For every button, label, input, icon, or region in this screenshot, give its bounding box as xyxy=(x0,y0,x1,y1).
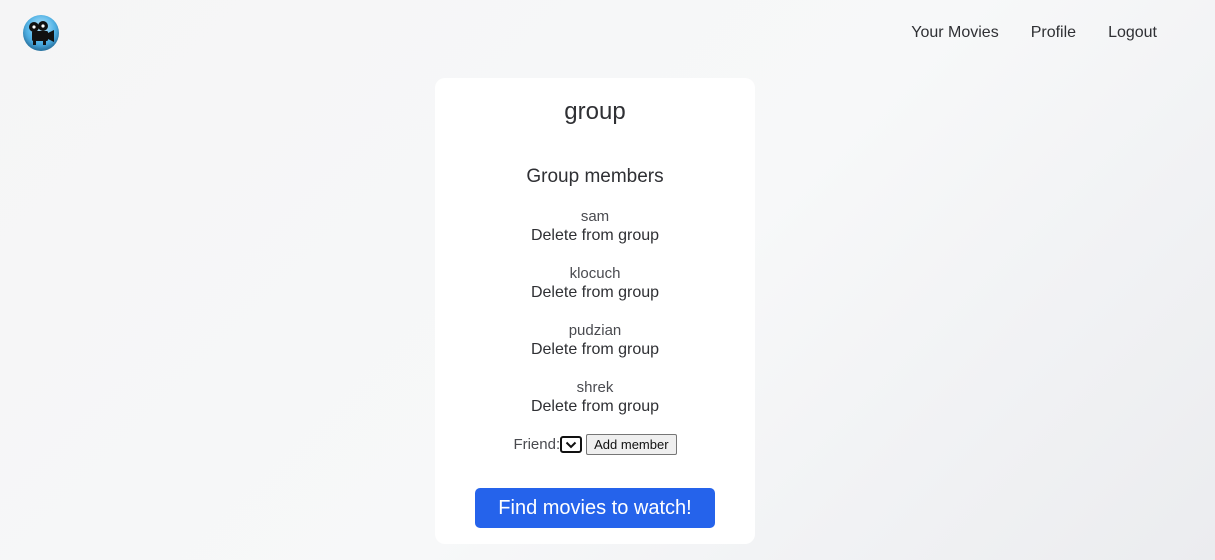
friend-label: Friend: xyxy=(513,436,561,453)
add-member-form: Friend: Add member xyxy=(435,434,755,455)
member-name: sam xyxy=(580,208,610,225)
delete-member-button[interactable]: Delete from group xyxy=(531,397,659,416)
logo[interactable] xyxy=(23,15,59,51)
chevron-down-icon xyxy=(565,441,577,448)
delete-member-button[interactable]: Delete from group xyxy=(531,226,659,245)
delete-member-button[interactable]: Delete from group xyxy=(531,283,659,302)
friend-select[interactable] xyxy=(560,436,583,453)
member-name: pudzian xyxy=(568,322,622,339)
group-title: group xyxy=(564,98,626,125)
member-list: sam Delete from group klocuch Delete fro… xyxy=(435,207,755,435)
member-name: klocuch xyxy=(569,265,621,282)
find-movies-button[interactable]: Find movies to watch! xyxy=(475,488,715,528)
list-item: shrek Delete from group xyxy=(435,378,755,435)
add-member-button[interactable]: Add member xyxy=(586,434,677,455)
top-nav: Your Movies Profile Logout xyxy=(911,24,1157,42)
members-heading: Group members xyxy=(526,166,664,187)
delete-member-button[interactable]: Delete from group xyxy=(531,340,659,359)
nav-logout[interactable]: Logout xyxy=(1108,24,1157,42)
list-item: sam Delete from group xyxy=(435,207,755,264)
list-item: pudzian Delete from group xyxy=(435,321,755,378)
nav-profile[interactable]: Profile xyxy=(1031,24,1076,42)
nav-your-movies[interactable]: Your Movies xyxy=(911,24,998,42)
group-card: group Group members sam Delete from grou… xyxy=(435,78,755,544)
member-name: shrek xyxy=(576,379,614,396)
film-camera-icon xyxy=(29,21,54,45)
list-item: klocuch Delete from group xyxy=(435,264,755,321)
